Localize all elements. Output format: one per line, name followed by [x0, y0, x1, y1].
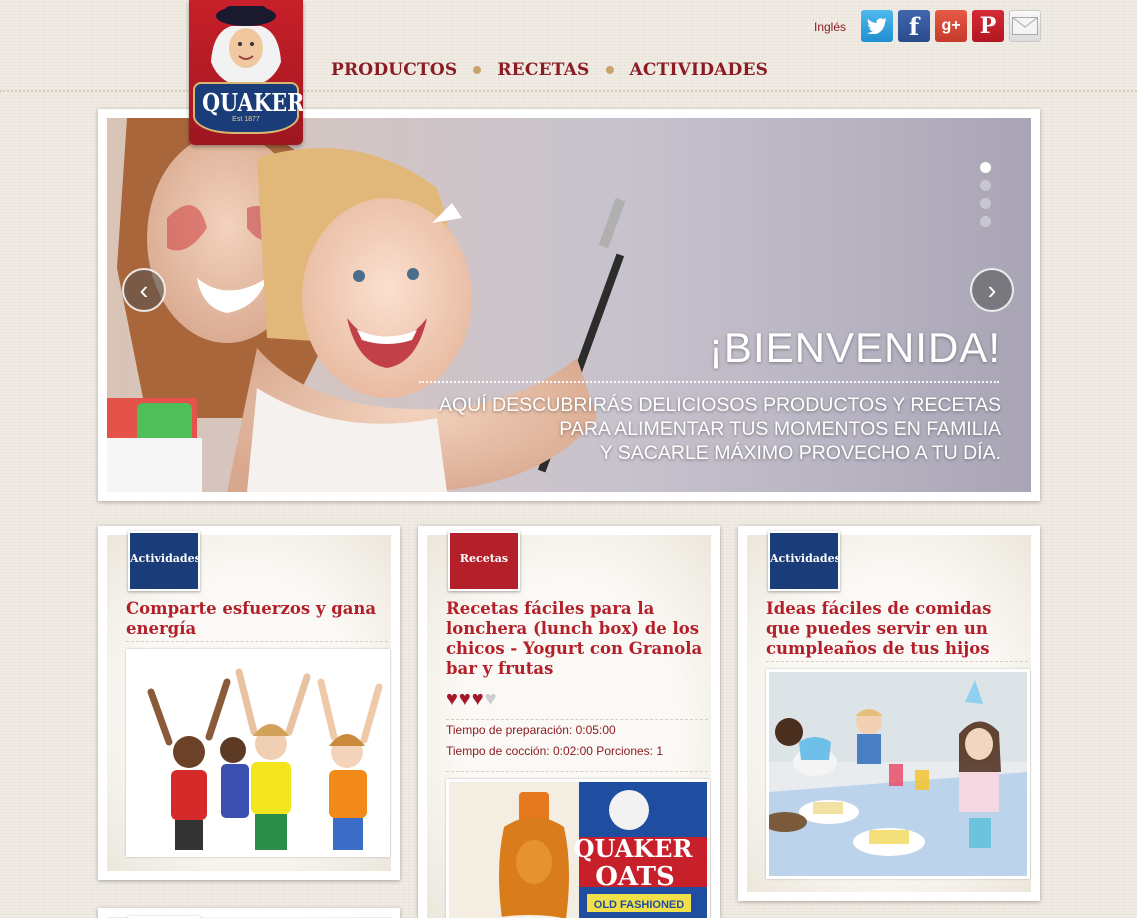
nav-separator — [473, 66, 482, 74]
slider-prev-button[interactable]: ‹ — [122, 268, 166, 312]
heart-filled-icon: ♥ — [471, 688, 484, 710]
slider-dot[interactable] — [980, 216, 991, 227]
header-divider — [0, 90, 1137, 92]
product-brand: QUAKER — [574, 834, 694, 863]
facebook-icon[interactable]: f — [898, 10, 930, 42]
heart-filled-icon: ♥ — [458, 688, 471, 710]
content-card — [98, 908, 400, 918]
pinterest-icon[interactable]: P — [972, 10, 1004, 42]
slide-body: Aquí descubrirás deliciosos productos y … — [401, 393, 1001, 465]
card-title[interactable]: Recetas fáciles para la lonchera (lunch … — [446, 599, 708, 679]
card-divider — [766, 661, 1028, 662]
hero-slider: ‹ › ¡BIENVENIDA! Aquí descubrirás delici… — [107, 118, 1031, 492]
slide-body-line: y sacarle máximo provecho a tu día. — [599, 442, 1001, 464]
kids-birthday-party-photo[interactable] — [766, 669, 1030, 879]
nav-productos[interactable]: PRODUCTOS — [331, 60, 457, 80]
category-tag[interactable]: Actividades — [128, 531, 201, 591]
quaker-oats-honey-photo[interactable]: QUAKER OATS OLD FASHIONED — [446, 779, 710, 918]
mail-icon[interactable] — [1009, 10, 1041, 42]
product-variant: OLD FASHIONED — [594, 899, 685, 911]
children-cheering-photo[interactable] — [126, 649, 390, 857]
quaker-logo[interactable]: QUAKER Est 1877 — [189, 0, 303, 145]
category-tag[interactable]: Actividades — [768, 531, 841, 591]
card-divider — [126, 641, 388, 642]
content-card: Actividades Ideas fáciles de comidas que… — [738, 526, 1040, 901]
slider-dot[interactable] — [980, 180, 991, 191]
content-card: Recetas Recetas fáciles para la lonchera… — [418, 526, 720, 918]
logo-est: Est 1877 — [232, 116, 260, 123]
card-body: Actividades Ideas fáciles de comidas que… — [747, 531, 1031, 892]
content-card: Actividades Comparte esfuerzos y gana en… — [98, 526, 400, 880]
card-divider — [446, 719, 708, 720]
rating: ♥ ♥ ♥ ♥ — [446, 689, 498, 709]
hero-slider-frame: ‹ › ¡BIENVENIDA! Aquí descubrirás delici… — [98, 109, 1040, 501]
logo-text: QUAKER — [202, 88, 303, 117]
nav-separator — [605, 66, 614, 74]
language-link[interactable]: Inglés — [814, 20, 846, 34]
card-title[interactable]: Ideas fáciles de comidas que puedes serv… — [766, 599, 1028, 659]
slider-pagination — [980, 162, 991, 234]
category-tag[interactable]: Recetas — [448, 531, 520, 591]
slide-divider — [419, 381, 999, 383]
card-body: Recetas Recetas fáciles para la lonchera… — [427, 531, 711, 918]
slide-body-line: Aquí descubrirás deliciosos productos y … — [438, 394, 1001, 416]
twitter-icon[interactable] — [861, 10, 893, 42]
slide-title: ¡BIENVENIDA! — [708, 324, 1001, 371]
nav-recetas[interactable]: RECETAS — [497, 60, 589, 80]
slider-dot[interactable] — [980, 198, 991, 209]
product-line: OATS — [595, 862, 675, 892]
card-body: Actividades Comparte esfuerzos y gana en… — [107, 531, 391, 871]
slider-next-button[interactable]: › — [970, 268, 1014, 312]
card-title[interactable]: Comparte esfuerzos y gana energía — [126, 599, 388, 639]
card-divider — [446, 771, 708, 772]
heart-filled-icon: ♥ — [446, 688, 458, 710]
cook-time: Tiempo de cocción: 0:02:00 Porciones: 1 — [446, 744, 664, 758]
main-nav: PRODUCTOS RECETAS ACTIVIDADES — [331, 60, 768, 80]
prep-time: Tiempo de preparación: 0:05:00 — [446, 723, 616, 737]
slider-dot[interactable] — [980, 162, 991, 173]
nav-actividades[interactable]: ACTIVIDADES — [630, 60, 769, 80]
google-plus-icon[interactable]: g+ — [935, 10, 967, 42]
slide-body-line: para alimentar tus momentos en familia — [559, 418, 1001, 440]
site-header: QUAKER Est 1877 PRODUCTOS RECETAS ACTIVI… — [0, 0, 1137, 145]
heart-empty-icon: ♥ — [484, 688, 497, 710]
logo-banner: QUAKER Est 1877 — [193, 82, 303, 134]
